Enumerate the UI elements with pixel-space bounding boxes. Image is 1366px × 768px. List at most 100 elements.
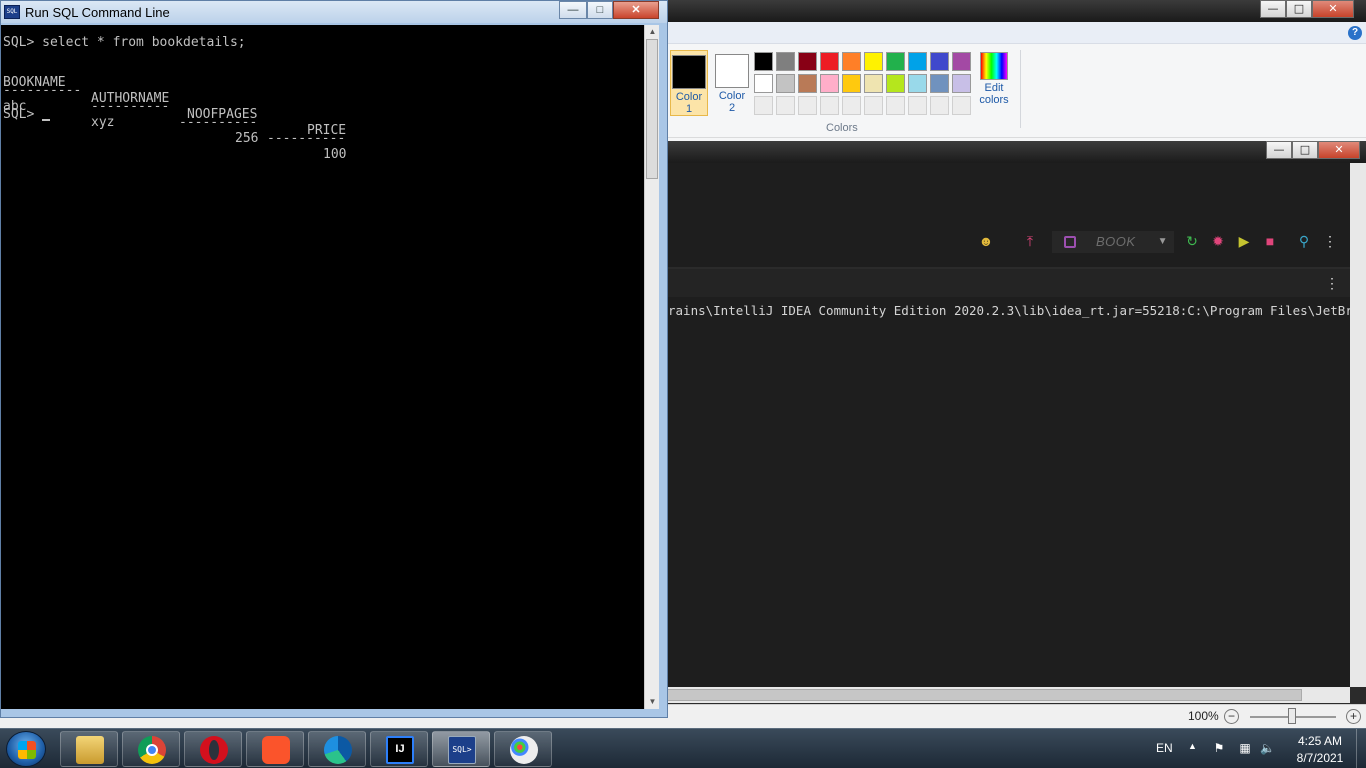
- taskbar-chrome[interactable]: [122, 731, 180, 767]
- chevron-down-icon: ▼: [1157, 236, 1168, 247]
- sql-close-button[interactable]: ✕: [613, 1, 659, 19]
- palette-swatch[interactable]: [820, 96, 839, 115]
- show-hidden-icons-icon[interactable]: ▲: [1188, 741, 1197, 751]
- palette-swatch[interactable]: [930, 74, 949, 93]
- intellij-horizontal-scrollbar[interactable]: [660, 687, 1350, 703]
- palette-swatch[interactable]: [886, 52, 905, 71]
- sql-prompt: SQL>: [3, 107, 43, 122]
- taskbar-brave[interactable]: [246, 731, 304, 767]
- intellij-close-button[interactable]: ✕: [1318, 141, 1360, 159]
- color1-button[interactable]: Color 1: [670, 50, 708, 116]
- start-button[interactable]: [6, 731, 46, 767]
- palette-swatch[interactable]: [754, 96, 773, 115]
- palette-swatch[interactable]: [842, 74, 861, 93]
- color1-label-top: Color: [675, 91, 703, 103]
- intellij-minimize-button[interactable]: —: [1266, 141, 1292, 159]
- brave-icon: [262, 736, 290, 764]
- intellij-vertical-scrollbar[interactable]: [1350, 163, 1366, 687]
- language-indicator[interactable]: EN: [1156, 741, 1173, 755]
- clock-date[interactable]: 8/7/2021: [1290, 751, 1350, 765]
- palette-swatch[interactable]: [798, 96, 817, 115]
- palette-swatch[interactable]: [886, 96, 905, 115]
- network-signal-icon[interactable]: ▦: [1238, 741, 1252, 755]
- taskbar-intellij[interactable]: IJ: [370, 731, 428, 767]
- stop-icon[interactable]: ■: [1262, 233, 1278, 249]
- palette-swatch[interactable]: [754, 74, 773, 93]
- intellij-titlebar[interactable]: — □ ✕: [660, 141, 1366, 163]
- paint-maximize-button[interactable]: □: [1286, 0, 1312, 18]
- coverage-icon[interactable]: ▶: [1236, 233, 1252, 249]
- edge-icon: [324, 736, 352, 764]
- color1-label-bottom: 1: [685, 103, 693, 115]
- palette-swatch[interactable]: [930, 52, 949, 71]
- colors-group-label: Colors: [826, 122, 858, 134]
- help-icon[interactable]: ?: [1348, 26, 1362, 40]
- scroll-up-icon[interactable]: ▲: [645, 25, 660, 39]
- color1-swatch: [672, 55, 706, 89]
- palette-swatch[interactable]: [820, 52, 839, 71]
- sql-vertical-scrollbar[interactable]: ▲ ▼: [644, 25, 659, 709]
- zoom-slider-thumb[interactable]: [1288, 708, 1296, 724]
- zoom-in-button[interactable]: +: [1346, 709, 1361, 724]
- action-center-icon[interactable]: ⚑: [1212, 741, 1226, 755]
- scrollbar-thumb[interactable]: [646, 39, 658, 179]
- palette-swatch[interactable]: [908, 74, 927, 93]
- sql-titlebar[interactable]: SQL Run SQL Command Line — □ ✕: [1, 1, 667, 23]
- color2-swatch: [715, 54, 749, 88]
- windows-logo-icon: [18, 741, 36, 759]
- palette-swatch[interactable]: [864, 52, 883, 71]
- palette-swatch[interactable]: [754, 52, 773, 71]
- debug-icon[interactable]: ✹: [1210, 233, 1226, 249]
- scroll-down-icon[interactable]: ▼: [645, 695, 660, 709]
- cell-noofpages: 256: [235, 131, 259, 146]
- taskbar-opera[interactable]: [184, 731, 242, 767]
- sql-app-icon: SQL: [4, 5, 20, 19]
- palette-swatch[interactable]: [952, 52, 971, 71]
- sql-console[interactable]: SQL> select * from bookdetails; BOOKNAME…: [1, 25, 644, 709]
- palette-swatch[interactable]: [908, 96, 927, 115]
- sql-icon: SQL>: [448, 736, 476, 764]
- rerun-icon[interactable]: ↻: [1184, 233, 1200, 249]
- palette-swatch[interactable]: [798, 52, 817, 71]
- build-hammer-icon[interactable]: ⤒: [1022, 233, 1038, 249]
- scrollbar-thumb[interactable]: [664, 689, 1302, 701]
- palette-swatch[interactable]: [842, 52, 861, 71]
- paint-close-button[interactable]: ✕: [1312, 0, 1354, 18]
- paint-titlebar[interactable]: — □ ✕: [660, 0, 1366, 22]
- palette-swatch[interactable]: [798, 74, 817, 93]
- palette-swatch[interactable]: [776, 96, 795, 115]
- sql-maximize-button[interactable]: □: [587, 1, 613, 19]
- palette-swatch[interactable]: [952, 74, 971, 93]
- palette-swatch[interactable]: [842, 96, 861, 115]
- separator: ----------: [179, 115, 258, 130]
- intellij-maximize-button[interactable]: □: [1292, 141, 1318, 159]
- palette-swatch[interactable]: [864, 96, 883, 115]
- taskbar-sql-command-line[interactable]: SQL>: [432, 731, 490, 767]
- taskbar-paint[interactable]: [494, 731, 552, 767]
- palette-swatch[interactable]: [908, 52, 927, 71]
- palette-swatch[interactable]: [776, 52, 795, 71]
- palette-swatch[interactable]: [820, 74, 839, 93]
- sql-minimize-button[interactable]: —: [559, 1, 587, 19]
- run-configuration-select[interactable]: BOOK ▼: [1052, 231, 1174, 253]
- taskbar-explorer[interactable]: [60, 731, 118, 767]
- options-icon[interactable]: ⋮: [1324, 275, 1340, 291]
- edit-colors-button[interactable]: Edit colors: [978, 52, 1010, 106]
- palette-swatch[interactable]: [886, 74, 905, 93]
- clock-time[interactable]: 4:25 AM: [1290, 734, 1350, 748]
- edit-colors-label-bottom: colors: [979, 94, 1009, 106]
- show-desktop-button[interactable]: [1356, 729, 1366, 768]
- more-icon[interactable]: ⋮: [1322, 233, 1338, 249]
- paint-minimize-button[interactable]: —: [1260, 0, 1286, 18]
- taskbar-edge[interactable]: [308, 731, 366, 767]
- palette-swatch[interactable]: [952, 96, 971, 115]
- volume-icon[interactable]: 🔈: [1260, 741, 1275, 755]
- palette-swatch[interactable]: [864, 74, 883, 93]
- search-icon[interactable]: ⚲: [1296, 233, 1312, 249]
- users-icon[interactable]: ☻: [978, 233, 994, 249]
- color2-button[interactable]: Color 2: [714, 50, 750, 116]
- palette-swatch[interactable]: [930, 96, 949, 115]
- palette-swatch[interactable]: [776, 74, 795, 93]
- zoom-out-button[interactable]: −: [1224, 709, 1239, 724]
- color2-label-top: Color: [718, 90, 746, 102]
